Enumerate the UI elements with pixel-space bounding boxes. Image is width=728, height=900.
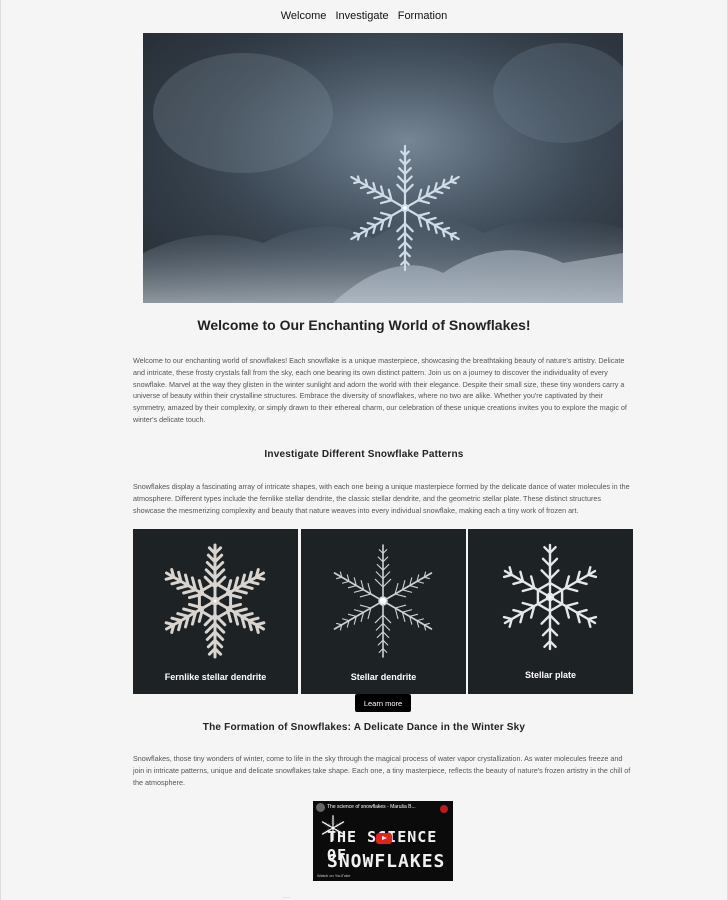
channel-logo-icon [440,805,448,813]
footer-note: ...... [283,894,290,899]
nav-link-investigate[interactable]: Investigate [335,10,388,22]
welcome-paragraph: Welcome to our enchanting world of snowf… [133,356,627,424]
channel-avatar [316,803,325,812]
formation-paragraph: Snowflakes, those tiny wonders of winter… [133,754,631,787]
gallery-card-stellar-dendrite: Stellar dendrite [301,529,466,694]
gallery-caption: Stellar dendrite [350,672,417,682]
investigate-heading: Investigate Different Snowflake Patterns [264,449,464,460]
fernlike-snowflake-icon [164,543,266,659]
gallery-caption: Stellar plate [524,670,577,680]
hero-snowflake-graphic [143,33,623,303]
investigate-paragraph: Snowflakes display a fascinating array o… [133,482,630,515]
gallery-card-stellar-plate: Stellar plate [468,529,633,694]
video-headline-2: SNOWFLAKES [327,851,446,872]
stellar-dendrite-snowflake-icon [333,544,433,658]
watch-on-youtube-link[interactable]: Watch on YouTube [317,873,351,878]
snowflake-gallery: Fernlike stellar dendrite Stellar dendri… [133,529,633,694]
gallery-caption: Fernlike stellar dendrite [164,672,267,682]
page: Welcome Investigate Formation Welcome to… [0,0,728,900]
formation-heading: The Formation of Snowflakes: A Delicate … [202,722,526,733]
top-nav: Welcome Investigate Formation [1,10,727,22]
nav-link-formation[interactable]: Formation [398,10,448,22]
learn-more-button[interactable]: Learn more [355,694,411,712]
gallery-card-fernlike: Fernlike stellar dendrite [133,529,298,694]
hero-image [143,33,623,303]
video-title[interactable]: The science of snowflakes - Maruša B... [327,804,416,810]
youtube-video-embed[interactable]: The science of snowflakes - Maruša B... … [313,801,453,881]
page-title: Welcome to Our Enchanting World of Snowf… [197,317,531,333]
nav-link-welcome[interactable]: Welcome [281,10,327,22]
play-icon[interactable] [376,833,392,844]
